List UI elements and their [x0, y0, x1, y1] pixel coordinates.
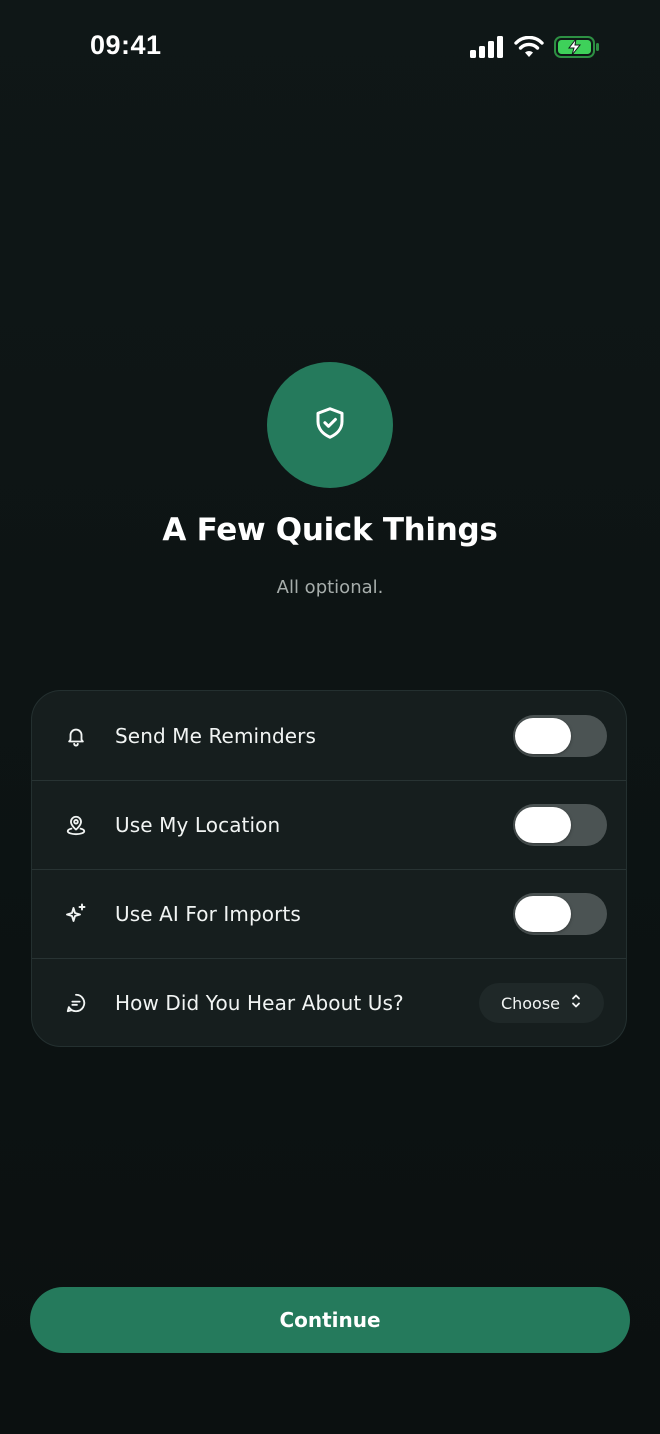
reminders-row: Send Me Reminders [32, 691, 626, 780]
location-row: Use My Location [32, 780, 626, 869]
chat-bubble-icon [64, 991, 88, 1015]
chevron-up-down-icon [570, 993, 582, 1013]
wifi-icon [514, 35, 544, 62]
settings-card: Send Me Reminders Use My Location Use AI… [31, 690, 627, 1047]
reminders-label: Send Me Reminders [115, 723, 317, 748]
ai-imports-toggle[interactable] [513, 893, 607, 935]
bell-icon [64, 724, 88, 748]
toggle-knob [515, 896, 571, 932]
page-subtitle: All optional. [276, 577, 384, 598]
battery-charging-icon [554, 36, 600, 62]
ai-imports-row: Use AI For Imports [32, 869, 626, 958]
cellular-signal-icon [470, 36, 504, 62]
location-label: Use My Location [115, 813, 281, 837]
referral-label: How Did You Hear About Us? [115, 991, 404, 1015]
continue-button[interactable]: Continue [30, 1287, 630, 1353]
status-icons [470, 35, 600, 62]
toggle-knob [515, 717, 571, 754]
referral-row: How Did You Hear About Us? Choose [32, 958, 626, 1046]
ai-imports-label: Use AI For Imports [115, 902, 301, 926]
location-toggle[interactable] [513, 804, 607, 846]
referral-select-value: Choose [500, 993, 561, 1013]
shield-check-icon [312, 405, 348, 445]
status-bar: 09:41 [0, 0, 660, 96]
page-title: A Few Quick Things [162, 512, 498, 548]
sparkles-icon [64, 902, 88, 926]
reminders-toggle[interactable] [513, 714, 607, 757]
toggle-knob [515, 807, 571, 843]
status-time: 09:41 [90, 30, 162, 60]
hero-badge [267, 362, 393, 488]
location-pin-icon [64, 813, 88, 837]
referral-select[interactable]: Choose [479, 983, 604, 1023]
continue-label: Continue [279, 1308, 381, 1332]
